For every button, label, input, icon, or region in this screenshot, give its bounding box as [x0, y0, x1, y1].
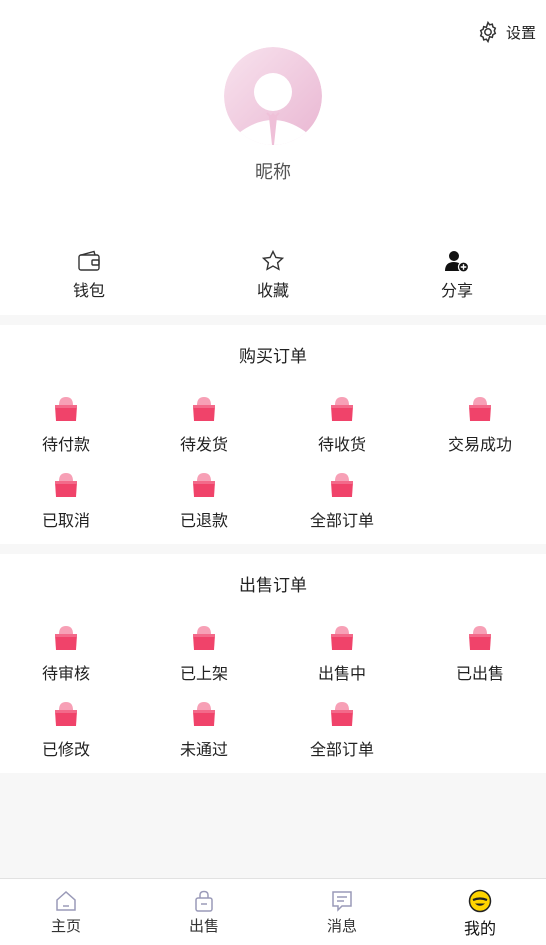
wallet-label: 钱包 — [72, 281, 105, 300]
sell-orders-title: 出售订单 — [239, 576, 307, 596]
gear-icon — [479, 20, 497, 44]
order-all[interactable]: 全部订单 — [282, 471, 402, 531]
order-under-review[interactable]: 待审核 — [6, 624, 126, 684]
order-label: 已出售 — [455, 664, 504, 683]
shopping-bag-icon — [55, 473, 77, 497]
wallet-button[interactable]: 钱包 — [29, 248, 149, 301]
shopping-bag-icon — [331, 473, 353, 497]
order-refunded[interactable]: 已退款 — [144, 471, 264, 531]
home-icon — [56, 890, 76, 911]
order-rejected[interactable]: 未通过 — [144, 700, 264, 760]
shopping-bag-icon — [331, 626, 353, 650]
tab-sell[interactable]: 出售 — [154, 889, 254, 936]
buy-orders-title: 购买订单 — [239, 347, 307, 367]
shopping-bag-icon — [55, 626, 77, 650]
order-label: 待收货 — [317, 435, 366, 454]
order-label: 待付款 — [41, 435, 90, 454]
tab-home[interactable]: 主页 — [16, 889, 116, 936]
avatar[interactable] — [224, 47, 322, 145]
add-user-icon — [445, 251, 470, 273]
profile-header: 设置 昵称 钱包 收藏 分享 — [0, 0, 546, 315]
order-label: 交易成功 — [447, 435, 512, 454]
order-sold[interactable]: 已出售 — [420, 624, 540, 684]
order-label: 已取消 — [41, 511, 90, 530]
tab-label: 主页 — [50, 917, 81, 935]
shopping-bag-icon — [331, 702, 353, 726]
bottom-tab-bar: 主页 出售 消息 我的 — [0, 878, 546, 945]
order-pending-payment[interactable]: 待付款 — [6, 395, 126, 455]
share-button[interactable]: 分享 — [397, 248, 517, 301]
order-on-sale[interactable]: 出售中 — [282, 624, 402, 684]
settings-button[interactable]: 设置 — [476, 20, 536, 44]
tab-label: 出售 — [188, 917, 219, 935]
order-label: 出售中 — [317, 664, 366, 683]
order-modified[interactable]: 已修改 — [6, 700, 126, 760]
order-label: 待发货 — [179, 435, 228, 454]
shopping-bag-icon — [193, 702, 215, 726]
buy-orders-section: 购买订单 待付款 待发货 待收货 交易成功 已取消 已退款 全部订单 — [0, 325, 546, 544]
order-label: 已修改 — [41, 740, 90, 759]
tab-me[interactable]: 我的 — [430, 889, 530, 939]
smiley-icon — [468, 889, 492, 913]
shopping-bag-icon — [55, 397, 77, 421]
tab-label: 消息 — [326, 917, 357, 935]
shopping-bag-icon — [193, 626, 215, 650]
tab-label: 我的 — [463, 919, 496, 938]
order-all[interactable]: 全部订单 — [282, 700, 402, 760]
tab-messages[interactable]: 消息 — [292, 889, 392, 936]
order-pending-receipt[interactable]: 待收货 — [282, 395, 402, 455]
settings-label: 设置 — [505, 23, 536, 42]
order-label: 未通过 — [179, 740, 228, 759]
shopping-bag-icon — [55, 702, 77, 726]
avatar-icon — [224, 47, 322, 145]
order-label: 已退款 — [179, 511, 228, 530]
wallet-icon — [78, 250, 100, 271]
share-label: 分享 — [440, 281, 473, 300]
order-completed[interactable]: 交易成功 — [420, 395, 540, 455]
quick-actions: 钱包 收藏 分享 — [0, 248, 546, 304]
shopping-bag-icon — [469, 397, 491, 421]
nickname[interactable]: 昵称 — [0, 158, 546, 184]
order-label: 全部订单 — [309, 511, 374, 530]
lock-bag-icon — [195, 890, 213, 912]
shopping-bag-icon — [331, 397, 353, 421]
shopping-bag-icon — [193, 473, 215, 497]
order-label: 已上架 — [179, 664, 228, 683]
shopping-bag-icon — [469, 626, 491, 650]
message-icon — [332, 891, 352, 912]
order-pending-shipment[interactable]: 待发货 — [144, 395, 264, 455]
shopping-bag-icon — [193, 397, 215, 421]
star-icon — [261, 249, 285, 271]
order-label: 待审核 — [41, 664, 90, 683]
order-label: 全部订单 — [309, 740, 374, 759]
favorites-button[interactable]: 收藏 — [213, 248, 333, 301]
order-cancelled[interactable]: 已取消 — [6, 471, 126, 531]
sell-orders-section: 出售订单 待审核 已上架 出售中 已出售 已修改 未通过 全部订单 — [0, 554, 546, 773]
order-listed[interactable]: 已上架 — [144, 624, 264, 684]
favorites-label: 收藏 — [256, 281, 289, 300]
